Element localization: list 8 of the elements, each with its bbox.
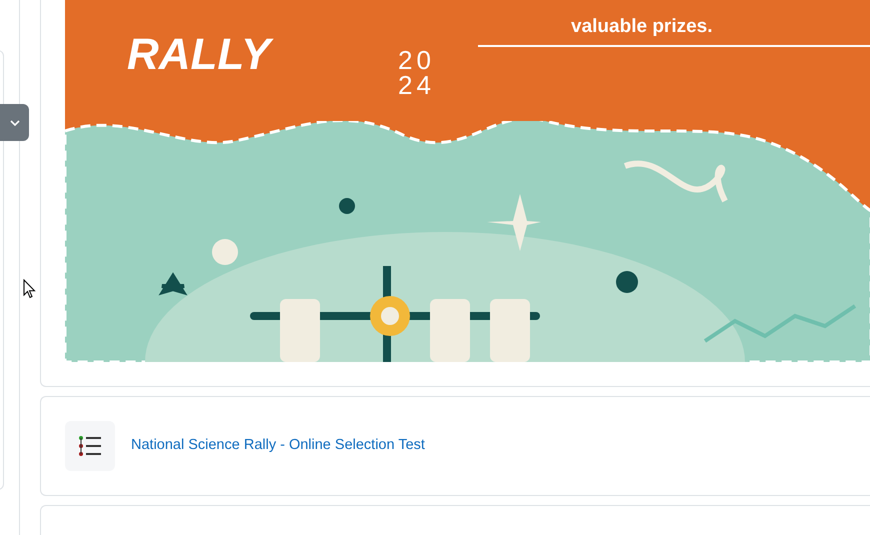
dropdown-button[interactable] xyxy=(0,104,29,141)
banner-year: 24 xyxy=(398,72,435,98)
banner-tagline: valuable prizes. xyxy=(571,15,713,39)
chevron-down-icon xyxy=(10,120,20,126)
banner-year: 20 xyxy=(398,48,435,73)
activity-link[interactable]: National Science Rally - Online Selection Test xyxy=(131,435,425,457)
mouse-cursor-icon xyxy=(23,279,36,299)
list-icon xyxy=(78,434,102,458)
